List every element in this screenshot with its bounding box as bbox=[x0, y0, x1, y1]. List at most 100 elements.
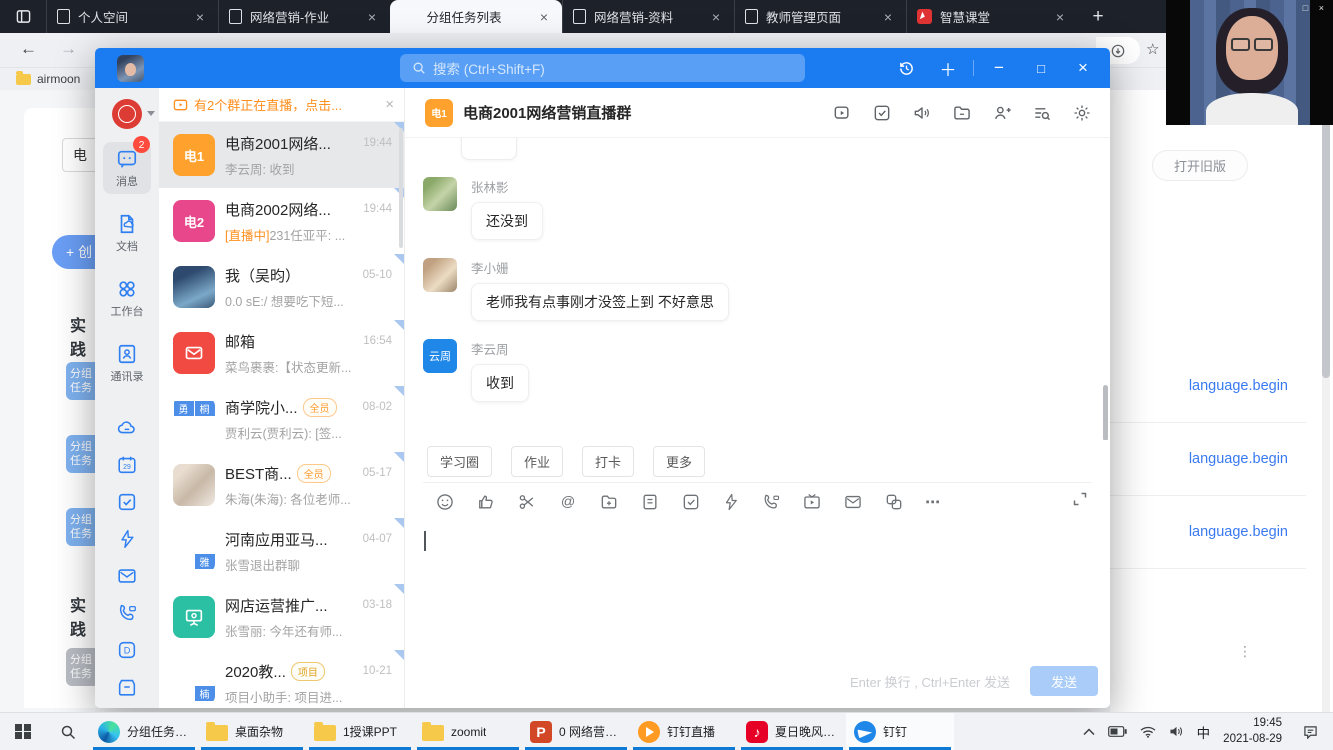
minimize-button[interactable]: − bbox=[982, 48, 1016, 88]
conversation-ec2002[interactable]: 电2 电商2002网络...19:44 [直播中]231任亚平: ... bbox=[159, 188, 404, 254]
split-screen-icon[interactable] bbox=[884, 492, 904, 512]
language-begin-link[interactable]: language.begin bbox=[1189, 451, 1288, 467]
org-switcher[interactable] bbox=[112, 99, 142, 129]
message-scrollbar[interactable] bbox=[1103, 385, 1108, 440]
message-area[interactable]: 张林影 还没到 李小姗 老师我有点事刚才没签上到 不好意思 云周 bbox=[405, 138, 1110, 440]
tab-marketing-material[interactable]: 网络营销-资料 × bbox=[562, 0, 734, 33]
study-circle-button[interactable]: 学习圈 bbox=[427, 446, 492, 477]
group-files-icon[interactable] bbox=[952, 103, 972, 123]
conversation-shop-operation[interactable]: 网店运营推广...03-18 张雪丽: 今年还有师... bbox=[159, 584, 404, 650]
conversation-business-school[interactable]: 勇 桐 商学院小...全员08-02 贾利云(贾利云): [签... bbox=[159, 386, 404, 452]
drawer-icon[interactable] bbox=[116, 676, 138, 698]
tab-close-icon[interactable]: × bbox=[364, 9, 380, 25]
member-avatar[interactable] bbox=[423, 177, 457, 211]
expand-icon[interactable] bbox=[1072, 491, 1088, 507]
forward-button[interactable]: → bbox=[60, 39, 77, 59]
language-begin-link[interactable]: language.begin bbox=[1189, 524, 1288, 540]
phone-icon[interactable] bbox=[116, 602, 138, 624]
live-tv-icon[interactable] bbox=[802, 492, 822, 512]
start-button[interactable] bbox=[0, 713, 46, 750]
conversation-best[interactable]: BEST商...全员05-17 朱海(朱海): 各位老师... bbox=[159, 452, 404, 518]
tray-expand-icon[interactable] bbox=[1083, 728, 1095, 736]
language-begin-link[interactable]: language.begin bbox=[1189, 378, 1288, 394]
volume-icon[interactable] bbox=[1169, 725, 1184, 738]
open-old-version-button[interactable]: 打开旧版 bbox=[1152, 150, 1248, 181]
tab-smart-classroom[interactable]: 智慧课堂 × bbox=[906, 0, 1078, 33]
checkin-button[interactable]: 打卡 bbox=[582, 446, 634, 477]
browser-menu-icon[interactable] bbox=[0, 0, 46, 33]
notification-center-icon[interactable] bbox=[1295, 725, 1325, 739]
task-check-icon[interactable] bbox=[681, 492, 701, 512]
taskbar-app-ppt-folder[interactable]: 1授课PPT bbox=[306, 713, 414, 750]
homework-button[interactable]: 作业 bbox=[511, 446, 563, 477]
message-bubble[interactable]: 收到 bbox=[471, 364, 529, 402]
webcam-window[interactable]: □ × bbox=[1166, 0, 1333, 125]
note-icon[interactable] bbox=[640, 492, 660, 512]
rail-item-contacts[interactable]: 通讯录 bbox=[103, 337, 151, 389]
more-dots[interactable]: ⋮ bbox=[1238, 648, 1253, 655]
tab-marketing-homework[interactable]: 网络营销-作业 × bbox=[218, 0, 390, 33]
more-button[interactable]: 更多 bbox=[653, 446, 705, 477]
cloud-disk-icon[interactable] bbox=[116, 417, 138, 439]
favorite-star-icon[interactable]: ☆ bbox=[1146, 40, 1159, 58]
webcam-window-controls[interactable]: □ × bbox=[1303, 3, 1328, 13]
taskbar-app-dingtalk-live[interactable]: 钉钉直播 bbox=[630, 713, 738, 750]
message-bubble[interactable]: 还没到 bbox=[471, 202, 543, 240]
taskbar-app-desktop-folder[interactable]: 桌面杂物 bbox=[198, 713, 306, 750]
settings-gear-icon[interactable] bbox=[1072, 103, 1092, 123]
taskbar-app-edge[interactable]: 分组任务列... bbox=[90, 713, 198, 750]
maximize-button[interactable]: □ bbox=[1024, 48, 1058, 88]
wifi-icon[interactable] bbox=[1140, 726, 1156, 738]
page-scrollbar[interactable] bbox=[1322, 90, 1330, 712]
member-avatar[interactable]: 云周 bbox=[423, 339, 457, 373]
flash-icon[interactable] bbox=[722, 492, 740, 512]
chat-search-icon[interactable] bbox=[1032, 103, 1052, 123]
dingtalk-titlebar[interactable]: 搜索 (Ctrl+Shift+F) ＋ − □ × bbox=[95, 48, 1110, 88]
tab-close-icon[interactable]: × bbox=[880, 9, 896, 25]
group-task-badge[interactable]: 分组任务 bbox=[66, 508, 96, 546]
group-live-icon[interactable] bbox=[832, 103, 852, 123]
taskbar-app-netease-music[interactable]: ♪ 夏日晚风 - ... bbox=[738, 713, 846, 750]
add-member-icon[interactable] bbox=[992, 103, 1012, 123]
taskbar-app-zoomit[interactable]: zoomit bbox=[414, 713, 522, 750]
tab-group-task-list[interactable]: 分组任务列表 × bbox=[390, 0, 562, 33]
flash-icon[interactable] bbox=[117, 528, 137, 550]
my-avatar[interactable] bbox=[117, 55, 144, 82]
tab-close-icon[interactable]: × bbox=[536, 9, 552, 25]
tab-close-icon[interactable]: × bbox=[708, 9, 724, 25]
rail-item-messages[interactable]: 2 消息 bbox=[103, 142, 151, 194]
chat-avatar[interactable]: 电1 bbox=[425, 99, 453, 127]
announcement-icon[interactable] bbox=[912, 103, 932, 123]
tab-close-icon[interactable]: × bbox=[192, 9, 208, 25]
ding-icon[interactable]: D bbox=[116, 639, 138, 661]
message-bubble[interactable]: 老师我有点事刚才没签上到 不好意思 bbox=[471, 283, 729, 321]
global-search-input[interactable]: 搜索 (Ctrl+Shift+F) bbox=[400, 54, 805, 82]
call-icon[interactable] bbox=[761, 492, 781, 512]
mail-icon[interactable] bbox=[116, 565, 138, 587]
message-input[interactable]: Enter 换行 , Ctrl+Enter 发送 发送 bbox=[405, 521, 1110, 708]
banner-close-icon[interactable]: × bbox=[385, 96, 394, 113]
history-icon[interactable] bbox=[889, 48, 923, 88]
taskbar-clock[interactable]: 19:45 2021-08-29 bbox=[1223, 716, 1282, 747]
taskbar-app-powerpoint[interactable]: P 0 网络营销... bbox=[522, 713, 630, 750]
conversation-self[interactable]: 我（吴昀）05-10 0.0 sE:/ 想要吃下短... bbox=[159, 254, 404, 320]
member-avatar[interactable] bbox=[423, 258, 457, 292]
battery-icon[interactable] bbox=[1108, 726, 1127, 737]
mention-icon[interactable]: @ bbox=[558, 492, 578, 512]
emoji-icon[interactable] bbox=[435, 492, 455, 512]
tab-personal-space[interactable]: 个人空间 × bbox=[46, 0, 218, 33]
calendar-icon[interactable]: 29 bbox=[116, 454, 138, 476]
file-icon[interactable] bbox=[599, 492, 619, 512]
conversation-mailbox[interactable]: 邮箱16:54 菜鸟裹裹:【状态更新... bbox=[159, 320, 404, 386]
back-button[interactable]: ← bbox=[20, 39, 37, 59]
bookmark-airmoon[interactable]: airmoon bbox=[37, 72, 80, 86]
group-task-badge[interactable]: 分组任务 bbox=[66, 435, 96, 473]
conversation-2020-edu[interactable]: 楠 2020教...项目10-21 项目小助手: 项目进... bbox=[159, 650, 404, 708]
group-task-icon[interactable] bbox=[872, 103, 892, 123]
tab-close-icon[interactable]: × bbox=[1052, 9, 1068, 25]
rail-item-docs[interactable]: 文档 bbox=[103, 207, 151, 259]
tab-teacher-admin[interactable]: 教师管理页面 × bbox=[734, 0, 906, 33]
add-icon[interactable]: ＋ bbox=[931, 48, 965, 88]
conversation-henan-amazon[interactable]: 雅 河南应用亚马...04-07 张雪退出群聊 bbox=[159, 518, 404, 584]
live-banner[interactable]: 有2个群正在直播，点击... × bbox=[159, 88, 404, 122]
